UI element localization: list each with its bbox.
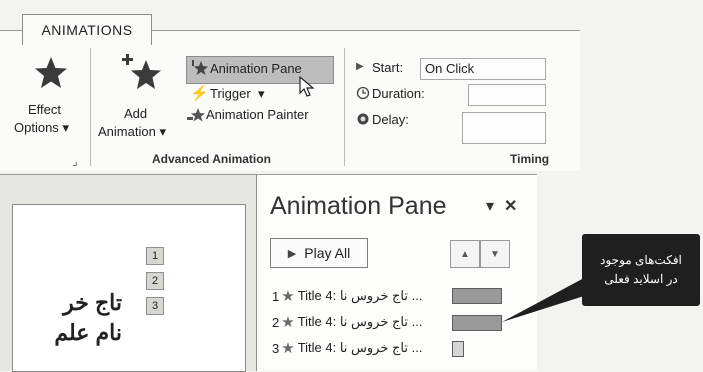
close-icon[interactable]: ✕	[504, 196, 517, 216]
animation-painter-label: Animation Painter	[206, 107, 309, 122]
group-title-timing: Timing	[510, 152, 550, 166]
add-animation-label-1: Add	[124, 106, 148, 121]
effect-options-text: Options	[14, 120, 59, 135]
star-icon: ★	[281, 314, 295, 331]
start-select[interactable]: On Click	[420, 58, 546, 80]
animation-marker-3[interactable]: 3	[146, 297, 164, 315]
play-all-label: Play All	[304, 245, 351, 261]
star-icon: ★	[281, 288, 295, 305]
animation-list-item[interactable]: 3 ★ Title 4: تاج خروس نا ...	[272, 338, 422, 358]
timeline-bar[interactable]	[452, 288, 502, 304]
effect-options-button[interactable]: Effect Options ▾	[8, 50, 88, 155]
delay-label: Delay:	[372, 112, 409, 127]
pane-options-chevron-icon[interactable]: ▾	[486, 196, 494, 216]
star-icon	[35, 57, 67, 88]
animation-painter-button[interactable]: Animation Painter	[186, 104, 336, 126]
callout-text-line-1: افکت‌های موجود	[600, 253, 682, 267]
item-number: 3	[272, 340, 280, 356]
add-star-icon	[122, 54, 161, 89]
animation-pane-title: Animation Pane	[270, 192, 447, 220]
add-animation-label-2: Animation ▾	[98, 124, 166, 140]
star-icon: ★	[281, 340, 295, 357]
slide-preview[interactable]	[12, 204, 246, 372]
duration-field[interactable]	[468, 84, 546, 106]
mouse-cursor-icon	[299, 76, 315, 97]
animation-list-item[interactable]: 1 ★ Title 4: تاج خروس نا ...	[272, 286, 422, 306]
slide-title-line-1: تاج خر	[63, 290, 122, 315]
add-animation-button[interactable]: Add Animation ▾	[94, 50, 182, 155]
timeline-bar[interactable]	[452, 341, 464, 357]
play-all-button[interactable]: ▶ Play All	[270, 238, 368, 268]
tab-animations[interactable]: ANIMATIONS	[22, 14, 152, 45]
delay-field[interactable]	[462, 112, 546, 144]
chevron-down-icon: ▼	[490, 248, 500, 260]
slide-title-line-2: نام علم	[54, 320, 122, 345]
item-number: 1	[272, 288, 280, 304]
effect-options-label-1: Effect	[28, 102, 62, 117]
group-title-advanced-animation: Advanced Animation	[152, 152, 271, 166]
divider	[90, 48, 91, 166]
add-animation-text: Animation	[98, 124, 156, 139]
item-number: 2	[272, 314, 280, 330]
annotation-callout: افکت‌های موجود در اسلاید فعلی	[582, 234, 700, 306]
duration-label: Duration:	[372, 86, 425, 101]
chevron-up-icon: ▲	[460, 248, 470, 260]
animation-marker-2[interactable]: 2	[146, 272, 164, 290]
chevron-down-icon: ▾	[62, 120, 69, 135]
play-triangle-icon: ▶	[356, 61, 364, 72]
animation-marker-1[interactable]: 1	[146, 247, 164, 265]
callout-text-line-2: در اسلاید فعلی	[604, 272, 678, 286]
start-value: On Click	[425, 61, 475, 76]
move-up-button[interactable]: ▲	[450, 240, 480, 268]
trigger-label: Trigger	[210, 86, 251, 101]
dialog-launcher-icon[interactable]: ⌟	[72, 154, 78, 168]
divider	[344, 48, 345, 166]
chevron-down-icon: ▾	[258, 86, 265, 101]
animation-pane-icon	[192, 60, 208, 75]
paintbrush-star-icon	[187, 108, 205, 122]
start-label: Start:	[372, 60, 404, 75]
animation-list-item[interactable]: 2 ★ Title 4: تاج خروس نا ...	[272, 312, 422, 332]
move-down-button[interactable]: ▼	[480, 240, 510, 268]
item-label: Title 4: تاج خروس نا ...	[297, 314, 423, 329]
chevron-down-icon: ▾	[159, 124, 166, 139]
timeline-bar[interactable]	[452, 315, 502, 331]
item-label: Title 4: تاج خروس نا ...	[297, 288, 423, 303]
animation-pane-label: Animation Pane	[210, 61, 302, 76]
play-icon: ▶	[287, 247, 297, 260]
callout-pointer	[502, 278, 584, 322]
delay-clock-icon	[357, 113, 369, 125]
effect-options-label-2: Options ▾	[14, 120, 69, 136]
lightning-icon: ⚡	[190, 85, 209, 102]
clock-icon	[356, 86, 370, 100]
item-label: Title 4: تاج خروس نا ...	[297, 340, 423, 355]
